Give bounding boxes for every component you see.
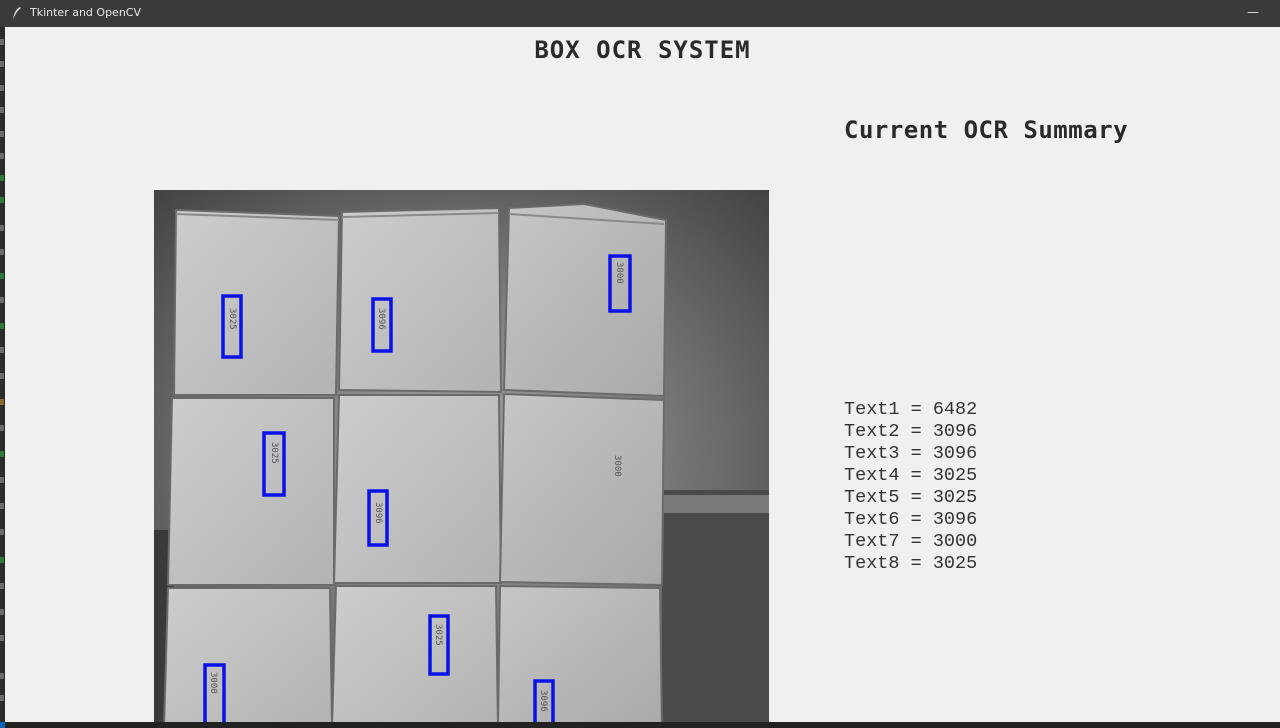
- box-label: 3000: [208, 672, 218, 694]
- window-title: Tkinter and OpenCV: [30, 6, 141, 19]
- box-label: 3000: [612, 455, 622, 477]
- ocr-result-row: Text4 = 3025: [844, 465, 978, 486]
- minimize-button[interactable]: —: [1240, 0, 1266, 27]
- box-label: 3025: [269, 442, 279, 464]
- window-titlebar[interactable]: Tkinter and OpenCV —: [0, 0, 1280, 27]
- tk-feather-icon: [12, 7, 21, 20]
- taskbar-edge: [0, 722, 1280, 728]
- ocr-result-row: Text8 = 3025: [844, 553, 978, 574]
- box-label: 3096: [538, 690, 548, 712]
- box-label: 3000: [614, 262, 624, 284]
- summary-title: Current OCR Summary: [844, 116, 1129, 144]
- box-label: 3096: [376, 308, 386, 330]
- camera-image: 3025 3096 3000 3025 3096 3000 3000 3025 …: [154, 190, 769, 728]
- box-label: 3025: [227, 308, 237, 330]
- camera-view: 3025 3096 3000 3025 3096 3000 3000 3025 …: [154, 190, 769, 728]
- taskbar-accent: [0, 722, 5, 728]
- ocr-result-row: Text1 = 6482: [844, 399, 978, 420]
- box-row-2: [166, 392, 666, 587]
- ocr-result-row: Text5 = 3025: [844, 487, 978, 508]
- box-row-3: [162, 584, 664, 728]
- page-title: BOX OCR SYSTEM: [534, 36, 751, 64]
- ocr-result-row: Text6 = 3096: [844, 509, 978, 530]
- ocr-result-row: Text7 = 3000: [844, 531, 978, 552]
- app-window: BOX OCR SYSTEM Current OCR Summary 3025 …: [5, 27, 1280, 728]
- box-row-1: [172, 202, 668, 398]
- ocr-result-row: Text2 = 3096: [844, 421, 978, 442]
- box-label: 3025: [433, 624, 443, 646]
- box-label: 3096: [373, 502, 383, 524]
- ocr-results-list: Text1 = 6482 Text2 = 3096 Text3 = 3096 T…: [844, 399, 977, 575]
- ocr-result-row: Text3 = 3096: [844, 443, 978, 464]
